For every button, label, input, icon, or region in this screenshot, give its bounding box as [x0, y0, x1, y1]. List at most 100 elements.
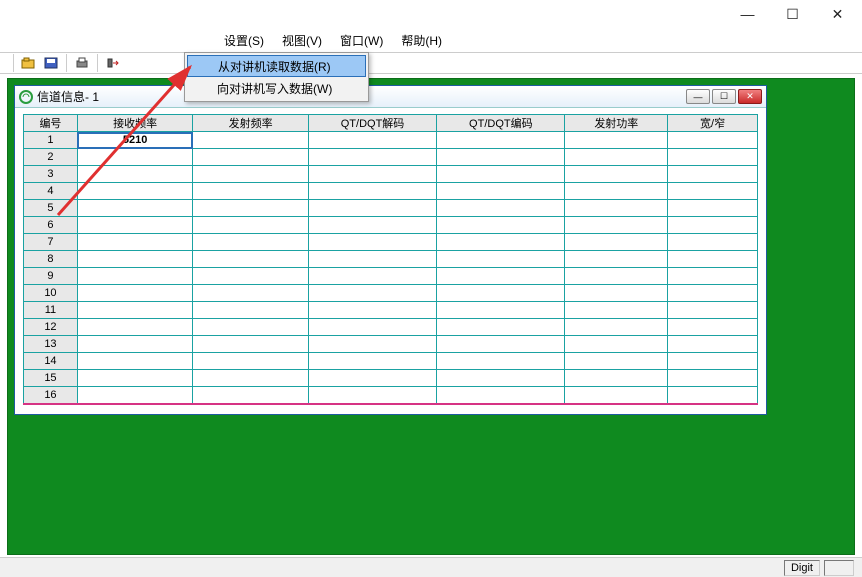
row-number-cell[interactable]: 8 — [24, 251, 78, 268]
grid-cell[interactable] — [437, 302, 565, 319]
grid-cell[interactable] — [668, 149, 758, 166]
table-row[interactable]: 2 — [24, 149, 758, 166]
col-header-num[interactable]: 编号 — [24, 115, 78, 132]
grid-cell[interactable] — [668, 132, 758, 149]
col-header-pwr[interactable]: 发射功率 — [565, 115, 668, 132]
row-number-cell[interactable]: 15 — [24, 370, 78, 387]
channel-grid[interactable]: 编号 接收频率 发射频率 QT/DQT解码 QT/DQT编码 发射功率 宽/窄 … — [23, 114, 758, 405]
grid-cell[interactable] — [308, 166, 436, 183]
table-row[interactable]: 3 — [24, 166, 758, 183]
grid-cell[interactable] — [308, 370, 436, 387]
grid-cell[interactable] — [308, 302, 436, 319]
close-button[interactable]: ✕ — [815, 0, 860, 28]
menu-window[interactable]: 窗口(W) — [336, 30, 387, 51]
grid-cell[interactable] — [437, 336, 565, 353]
grid-cell[interactable] — [565, 319, 668, 336]
row-number-cell[interactable]: 1 — [24, 132, 78, 149]
mdi-minimize-button[interactable]: — — [686, 89, 710, 104]
grid-cell[interactable] — [668, 268, 758, 285]
grid-cell[interactable] — [77, 251, 192, 268]
grid-cell[interactable] — [565, 132, 668, 149]
grid-cell[interactable] — [77, 370, 192, 387]
grid-cell[interactable] — [668, 370, 758, 387]
grid-cell[interactable] — [308, 251, 436, 268]
grid-cell[interactable] — [193, 302, 308, 319]
row-number-cell[interactable]: 7 — [24, 234, 78, 251]
row-number-cell[interactable]: 16 — [24, 387, 78, 404]
row-number-cell[interactable]: 10 — [24, 285, 78, 302]
grid-cell[interactable] — [193, 166, 308, 183]
grid-cell[interactable] — [308, 336, 436, 353]
grid-cell[interactable] — [193, 217, 308, 234]
grid-cell[interactable] — [437, 319, 565, 336]
grid-cell[interactable] — [308, 132, 436, 149]
grid-cell[interactable] — [437, 183, 565, 200]
grid-cell[interactable] — [193, 268, 308, 285]
grid-cell[interactable] — [77, 200, 192, 217]
mdi-close-button[interactable]: ✕ — [738, 89, 762, 104]
grid-cell[interactable] — [565, 285, 668, 302]
grid-cell[interactable] — [668, 200, 758, 217]
grid-cell[interactable]: 5210 — [77, 132, 192, 149]
grid-cell[interactable] — [565, 251, 668, 268]
grid-cell[interactable] — [668, 302, 758, 319]
grid-cell[interactable] — [437, 370, 565, 387]
grid-cell[interactable] — [565, 353, 668, 370]
grid-cell[interactable] — [565, 234, 668, 251]
table-row[interactable]: 14 — [24, 353, 758, 370]
table-row[interactable]: 4 — [24, 183, 758, 200]
grid-cell[interactable] — [668, 336, 758, 353]
table-row[interactable]: 5 — [24, 200, 758, 217]
grid-cell[interactable] — [437, 200, 565, 217]
toolbar-print-icon[interactable] — [72, 54, 92, 72]
table-row[interactable]: 12 — [24, 319, 758, 336]
maximize-button[interactable]: ☐ — [770, 0, 815, 28]
row-number-cell[interactable]: 12 — [24, 319, 78, 336]
grid-cell[interactable] — [193, 149, 308, 166]
grid-cell[interactable] — [565, 166, 668, 183]
menu-item-read-from-radio[interactable]: 从对讲机读取数据(R) — [187, 55, 366, 77]
grid-cell[interactable] — [77, 268, 192, 285]
row-number-cell[interactable]: 3 — [24, 166, 78, 183]
grid-cell[interactable] — [193, 132, 308, 149]
grid-cell[interactable] — [308, 285, 436, 302]
mdi-maximize-button[interactable]: ☐ — [712, 89, 736, 104]
table-row[interactable]: 15210 — [24, 132, 758, 149]
grid-cell[interactable] — [565, 217, 668, 234]
grid-cell[interactable] — [308, 234, 436, 251]
menu-settings[interactable]: 设置(S) — [220, 30, 268, 51]
grid-cell[interactable] — [193, 353, 308, 370]
grid-cell[interactable] — [193, 200, 308, 217]
grid-cell[interactable] — [437, 149, 565, 166]
table-row[interactable]: 16 — [24, 387, 758, 404]
mdi-title-bar[interactable]: 信道信息- 1 — ☐ ✕ — [15, 86, 766, 108]
grid-cell[interactable] — [193, 234, 308, 251]
grid-cell[interactable] — [308, 387, 436, 404]
minimize-button[interactable]: — — [725, 0, 770, 28]
grid-cell[interactable] — [668, 183, 758, 200]
grid-cell[interactable] — [308, 149, 436, 166]
grid-cell[interactable] — [77, 234, 192, 251]
grid-cell[interactable] — [668, 234, 758, 251]
grid-cell[interactable] — [437, 217, 565, 234]
grid-cell[interactable] — [565, 183, 668, 200]
grid-cell[interactable] — [77, 319, 192, 336]
grid-cell[interactable] — [77, 285, 192, 302]
grid-cell[interactable] — [308, 200, 436, 217]
grid-cell[interactable] — [193, 319, 308, 336]
table-row[interactable]: 15 — [24, 370, 758, 387]
grid-cell[interactable] — [437, 132, 565, 149]
toolbar-read-icon[interactable] — [103, 54, 123, 72]
grid-cell[interactable] — [77, 336, 192, 353]
row-number-cell[interactable]: 6 — [24, 217, 78, 234]
row-number-cell[interactable]: 5 — [24, 200, 78, 217]
grid-cell[interactable] — [565, 149, 668, 166]
row-number-cell[interactable]: 4 — [24, 183, 78, 200]
toolbar-save-icon[interactable] — [41, 54, 61, 72]
table-row[interactable]: 8 — [24, 251, 758, 268]
col-header-dec[interactable]: QT/DQT解码 — [308, 115, 436, 132]
grid-cell[interactable] — [77, 387, 192, 404]
grid-cell[interactable] — [668, 319, 758, 336]
grid-cell[interactable] — [77, 353, 192, 370]
grid-cell[interactable] — [193, 370, 308, 387]
